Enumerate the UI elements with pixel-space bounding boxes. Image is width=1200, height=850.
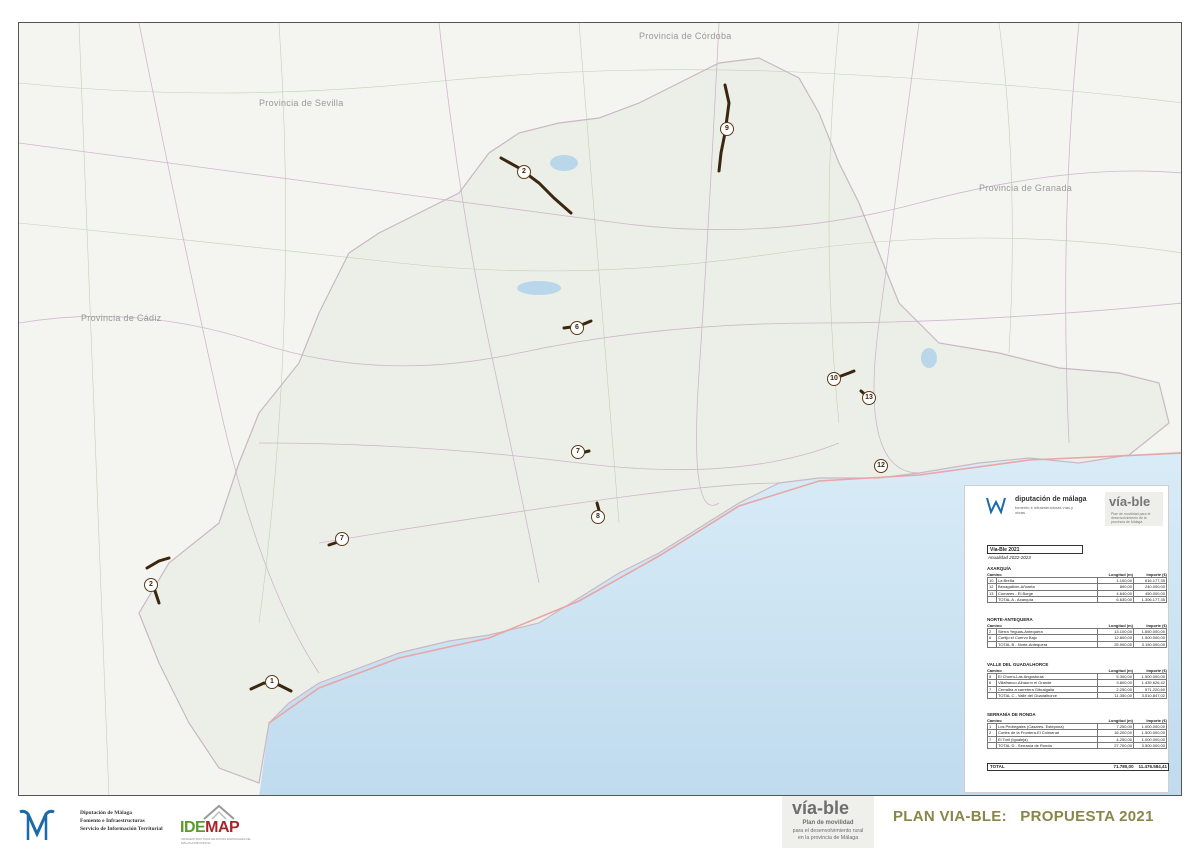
legend-section-norte-antequera: NORTE-ANTEQUERA Camino Longitud (m) Import… xyxy=(987,617,1167,648)
footer-via-word: vía-ble xyxy=(792,798,850,818)
footer-org-line3: Servicio de Información Territorial xyxy=(80,826,163,832)
legend-via-ble-logo: vía-ble Plan de movilidad para el desenv… xyxy=(1105,492,1163,526)
legend-section-axarquia: AXARQUÍA Camino Longitud (m) Importe (€) 1… xyxy=(987,566,1167,604)
route-marker[interactable]: 2 xyxy=(144,578,158,592)
label-provincia-cadiz: Provincia de Cádiz xyxy=(81,313,162,323)
diputacion-m-logo-icon xyxy=(19,809,55,840)
route-marker[interactable]: 9 xyxy=(720,122,734,136)
table-row: 6 Cortijo el Cuervo Bajo 12.800,00 1.500.00… xyxy=(987,634,1167,641)
route-marker[interactable]: 6 xyxy=(570,321,584,335)
table-row: 2 Sierra Yeguas-Antequera 13.100,00 1.650.0… xyxy=(987,628,1167,635)
route-marker[interactable]: 7 xyxy=(571,445,585,459)
table-row: 7 Cerralba a carretera Gibralgalia 2.250,0… xyxy=(987,685,1167,692)
footer-via-plan: Plan de movilidad xyxy=(802,820,854,826)
legend-grand-total: TOTAL 71.780,00 11.476.584,41 xyxy=(987,763,1169,771)
route-marker[interactable]: 2 xyxy=(517,165,531,179)
legend-section-serrania-ronda: SERRANÍA DE RONDA Camino Longitud (m) Impo… xyxy=(987,712,1167,750)
table-row: 6 Villafranco-Alhaurín el Grande 3.800,00 1… xyxy=(987,679,1167,686)
idemap-word: IDEMAP xyxy=(180,819,240,836)
table-row: 13 Comares - El Borge 4.640,00 450.000,00 xyxy=(987,589,1167,596)
table-total-row: TOTAL D - Serranía de Ronda 27.700,00 3.50… xyxy=(987,741,1167,750)
page-title: PLAN VIA-BLE: PROPUESTA 2021 xyxy=(893,808,1154,825)
legend-via-ble-word: vía-ble xyxy=(1109,494,1151,509)
legend-title: Vía-Ble 2021 xyxy=(987,545,1083,554)
legend-section-valle-guadalhorce: VALLE DEL GUADALHORCE Camino Longitud (m)… xyxy=(987,662,1167,700)
table-row: 1 Los Pedregales (Casares- Estepona) 7.250… xyxy=(987,723,1167,730)
footer-via-ble-logo: vía-ble Plan de movilidad para el desenv… xyxy=(782,796,874,848)
table-row: 2 Cortes de la Frontera-El Colmenar 16.200… xyxy=(987,729,1167,736)
footer-org-line1: Diputación de Málaga xyxy=(80,810,132,816)
table-row: 5 El Chorro-Las Angosturas 5.300,00 1.500.0… xyxy=(987,673,1167,680)
col-longitud: Longitud (m) xyxy=(1108,572,1133,577)
legend-subtitle: Anualidad 2022-2023 xyxy=(988,555,1031,560)
label-provincia-granada: Provincia de Granada xyxy=(979,183,1073,193)
table-row: 10 La Breña 1.100,00 616.177,35 xyxy=(987,577,1167,584)
table-total-row: TOTAL A - Axarquía 6.630,00 1.306.177,35 xyxy=(987,595,1167,604)
footer-via-sub: para el desenvolvimiento rural en la prov… xyxy=(792,828,864,841)
route-marker[interactable]: 12 xyxy=(874,459,888,473)
route-marker[interactable]: 7 xyxy=(335,532,349,546)
label-provincia-sevilla: Provincia de Sevilla xyxy=(259,98,344,108)
table-total-row: TOTAL B - Norte-Antequera 25.900,00 3.150.… xyxy=(987,640,1167,648)
route-marker[interactable]: 13 xyxy=(862,391,876,405)
table-header: Camino Longitud (m) Importe (€) xyxy=(987,668,1167,673)
route-marker[interactable]: 10 xyxy=(827,372,841,386)
map-area[interactable]: Provincia de Córdoba Provincia de Sevill… xyxy=(18,22,1182,796)
idemap-sub: INFRAESTRUCTURA DE DATOS ESPACIALES DE M… xyxy=(181,837,251,845)
idemap-logo: IDEMAP INFRAESTRUCTURA DE DATOS ESPACIAL… xyxy=(180,803,255,845)
legend-via-ble-sub: Plan de movilidad para el desenvolvimien… xyxy=(1111,512,1151,524)
table-header: Camino Longitud (m) Importe (€) xyxy=(987,623,1167,628)
route-marker[interactable]: 8 xyxy=(591,510,605,524)
legend-panel: diputación de málaga fomento e infraestr… xyxy=(964,485,1169,793)
table-row: 12 Benagalbón-Añoreta 890,00 240.000,00 xyxy=(987,583,1167,590)
table-header: Camino Longitud (m) Importe (€) xyxy=(987,718,1167,723)
table-row: 7 El Toril (Igualeja) 4.250,00 1.000.000,00 xyxy=(987,735,1167,742)
label-provincia-cordoba: Provincia de Córdoba xyxy=(639,31,732,41)
table-total-row: TOTAL C - Valle del Guadalhorce 11.350,00… xyxy=(987,691,1167,700)
diputacion-logo-icon xyxy=(986,497,1006,515)
legend-org-sub: fomento e infraestructuras vías y obras xyxy=(1015,505,1074,515)
route-marker[interactable]: 1 xyxy=(265,675,279,689)
col-camino: Camino xyxy=(987,572,1002,577)
footer-org-line2: Fomento e Infraestructuras xyxy=(80,818,145,824)
legend-org-name: diputación de málaga xyxy=(1015,496,1087,503)
table-header: Camino Longitud (m) Importe (€) xyxy=(987,572,1167,577)
col-importe: Importe (€) xyxy=(1146,572,1167,577)
